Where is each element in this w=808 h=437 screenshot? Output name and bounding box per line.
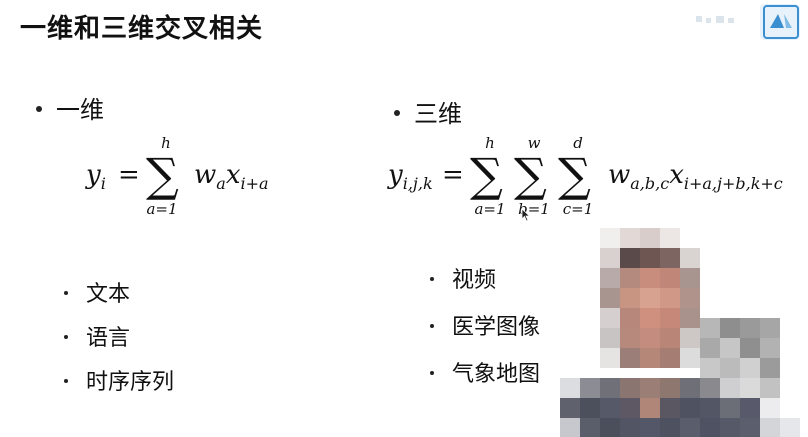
equals-sign: = (442, 160, 464, 190)
summation-icon: ∑ (514, 148, 547, 202)
mouse-pointer-icon (521, 208, 531, 222)
heading-1d: 一维 (36, 90, 104, 125)
summation-icon: ∑ (558, 148, 591, 202)
list-item: 医学图像 (430, 309, 540, 341)
list-item: 时序序列 (64, 364, 174, 396)
bullet-dot (36, 106, 42, 112)
heading-3d: 三维 (394, 94, 462, 129)
list-item: 视频 (430, 262, 496, 294)
formula-3d-rhs: wa,b,cxi+a,j+b,k+c (608, 160, 783, 194)
summation-icon: ∑ (146, 148, 179, 202)
summation-icon: ∑ (470, 148, 503, 202)
formula-3d-lhs: yi,j,k (388, 160, 433, 194)
bilibili-logo-icon (688, 0, 808, 44)
webcam-overlay (560, 228, 800, 437)
sum2-lower-limit: b=1 (518, 200, 550, 218)
pixel-grid (560, 228, 800, 437)
heading-1d-label: 一维 (56, 96, 104, 124)
formula-1d-lhs: yi (86, 160, 106, 194)
formula-1d-rhs: waxi+a (194, 160, 269, 194)
sum1-lower-limit: a=1 (474, 200, 506, 218)
formula-3d: yi,j,k = h ∑ a=1 w ∑ b=1 d ∑ c=1 wa,b,cx… (388, 134, 798, 224)
bullet-dot (394, 110, 400, 116)
sum-lower-limit: a=1 (146, 200, 178, 218)
list-item: 气象地图 (430, 356, 540, 388)
list-item: 语言 (64, 320, 130, 352)
list-item: 文本 (64, 276, 130, 308)
formula-1d: yi = h ∑ a=1 waxi+a (86, 134, 286, 226)
equals-sign: = (118, 160, 140, 190)
slide-title: 一维和三维交叉相关 (20, 14, 264, 44)
heading-3d-label: 三维 (414, 100, 462, 128)
sum3-lower-limit: c=1 (562, 200, 594, 218)
list-3d: 视频 医学图像 气象地图 (430, 262, 580, 392)
list-1d: 文本 语言 时序序列 (64, 276, 264, 406)
